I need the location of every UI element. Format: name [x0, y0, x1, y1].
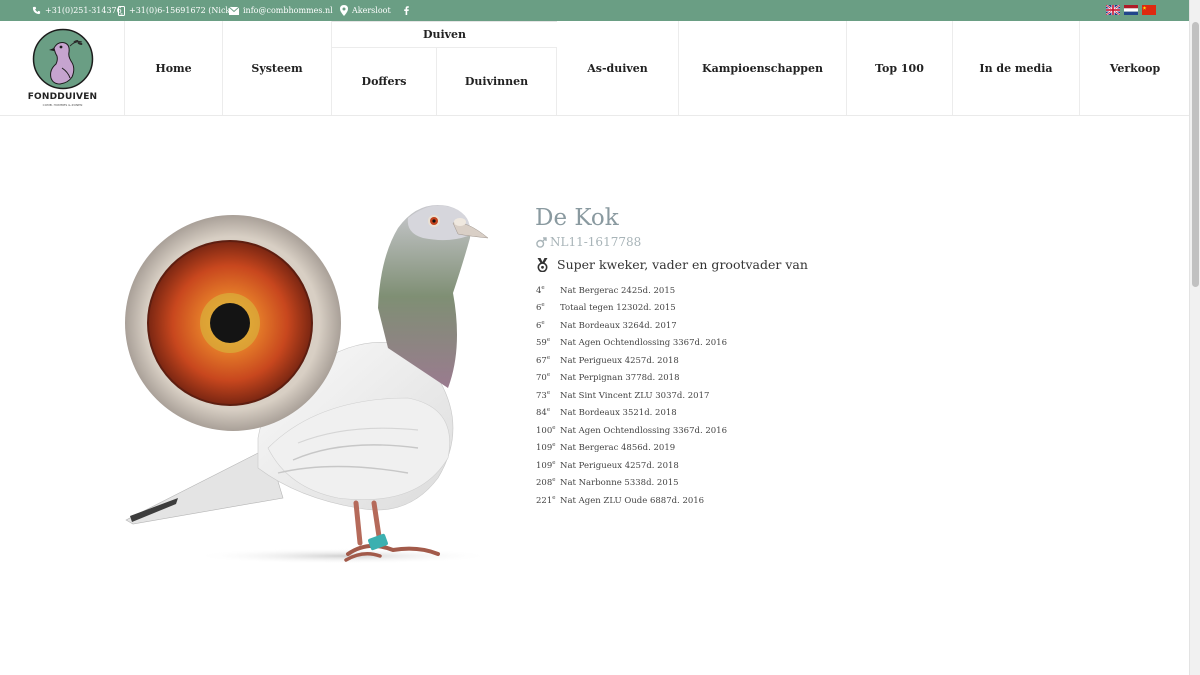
result-race: Nat Agen ZLU Oude 6887d. 2016	[560, 495, 705, 506]
location-text: Akersloot	[352, 6, 391, 15]
nav-verkoop[interactable]: Verkoop	[1080, 21, 1190, 115]
phone-link[interactable]: +31(0)251-314376	[32, 0, 122, 21]
scrollbar-thumb[interactable]	[1192, 22, 1199, 287]
result-place-suffix: e	[552, 424, 556, 431]
email-link[interactable]: info@combhommes.nl	[229, 0, 333, 21]
logo-tagline: COMB. HOMMES & ZONEN	[42, 103, 83, 107]
map-pin-icon	[340, 5, 348, 16]
ring-number-row: NL11-1617788	[536, 235, 641, 249]
result-item: 100e Nat Agen Ochtendlossing 3367d. 2016	[536, 422, 727, 440]
result-item: 59e Nat Agen Ochtendlossing 3367d. 2016	[536, 335, 727, 353]
facebook-icon	[404, 6, 409, 15]
result-race: Nat Agen Ochtendlossing 3367d. 2016	[560, 425, 727, 436]
nav-doffers[interactable]: Doffers	[332, 48, 437, 115]
result-place: 221e	[536, 494, 556, 506]
result-item: 4e Nat Bergerac 2425d. 2015	[536, 282, 727, 300]
male-symbol-icon	[536, 236, 547, 248]
result-item: 6e Totaal tegen 12302d. 2015	[536, 300, 727, 318]
result-race: Nat Sint Vincent ZLU 3037d. 2017	[560, 390, 710, 401]
result-race: Nat Perpignan 3778d. 2018	[560, 373, 680, 384]
result-item: 109e Nat Perigueux 4257d. 2018	[536, 457, 727, 475]
english-flag-icon[interactable]	[1106, 5, 1120, 15]
nav-as-duiven[interactable]: As-duiven	[557, 21, 679, 115]
result-place: 6e	[536, 319, 545, 331]
nav-in-de-media[interactable]: In de media	[953, 21, 1080, 115]
results-list: 4e Nat Bergerac 2425d. 2015 6e Totaal tegen…	[536, 282, 727, 510]
mobile-link[interactable]: +31(0)6-15691672 (Nick)	[118, 0, 233, 21]
result-race: Nat Bergerac 2425d. 2015	[560, 285, 676, 296]
result-race: Nat Perigueux 4257d. 2018	[560, 355, 679, 366]
result-item: 70e Nat Perpignan 3778d. 2018	[536, 370, 727, 388]
mobile-number: +31(0)6-15691672 (Nick)	[129, 6, 234, 15]
result-item: 221e Nat Agen ZLU Oude 6887d. 2016	[536, 492, 727, 510]
result-race: Nat Agen Ochtendlossing 3367d. 2016	[560, 338, 727, 349]
pigeon-headline: Super kweker, vader en grootvader van	[536, 257, 808, 272]
result-item: 6e Nat Bordeaux 3264d. 2017	[536, 317, 727, 335]
nav-home[interactable]: Home	[125, 21, 223, 115]
nav-kampioenschappen[interactable]: Kampioenschappen	[679, 21, 847, 115]
result-item: 73e Nat Sint Vincent ZLU 3037d. 2017	[536, 387, 727, 405]
result-place: 6e	[536, 302, 545, 314]
site-header: FONDDUIVEN COMB. HOMMES & ZONEN Home Sys…	[0, 21, 1190, 116]
result-place-suffix: e	[546, 389, 551, 396]
result-place-suffix: e	[546, 407, 551, 414]
result-item: 67e Nat Perigueux 4257d. 2018	[536, 352, 727, 370]
result-place: 109e	[536, 442, 556, 454]
pigeon-name: De Kok	[535, 205, 619, 231]
nav-top-100[interactable]: Top 100	[847, 21, 953, 115]
result-race: Nat Bordeaux 3264d. 2017	[560, 320, 677, 331]
logo-wordmark: FONDDUIVEN	[27, 92, 98, 102]
pigeon-photo	[125, 204, 493, 564]
nav-duiven[interactable]: Duiven	[332, 21, 557, 48]
result-place: 59e	[536, 337, 551, 349]
result-place-suffix: e	[546, 337, 551, 344]
result-place-suffix: e	[541, 284, 545, 291]
dutch-flag-icon[interactable]	[1124, 5, 1138, 15]
result-item: 109e Nat Bergerac 4856d. 2019	[536, 440, 727, 458]
result-place-suffix: e	[552, 459, 556, 466]
result-place-suffix: e	[546, 372, 551, 379]
page-scrollbar[interactable]	[1189, 0, 1200, 675]
result-place: 70e	[536, 372, 551, 384]
pigeon-logo-icon	[32, 28, 94, 90]
result-place-suffix: e	[546, 354, 551, 361]
ring-number: NL11-1617788	[550, 235, 642, 249]
result-item: 84e Nat Bordeaux 3521d. 2018	[536, 405, 727, 423]
phone-number: +31(0)251-314376	[45, 6, 122, 15]
location-link[interactable]: Akersloot	[340, 0, 391, 21]
mail-icon	[229, 6, 239, 15]
result-place: 84e	[536, 407, 551, 419]
result-place: 109e	[536, 459, 556, 471]
result-place-suffix: e	[541, 302, 545, 309]
result-race: Nat Narbonne 5338d. 2015	[560, 478, 679, 489]
result-place-suffix: e	[541, 319, 545, 326]
top-contact-bar: +31(0)251-314376 +31(0)6-15691672 (Nick)…	[0, 0, 1200, 21]
result-place-suffix: e	[552, 477, 556, 484]
result-race: Nat Bordeaux 3521d. 2018	[560, 408, 677, 419]
headline-text: Super kweker, vader en grootvader van	[557, 257, 808, 272]
result-race: Totaal tegen 12302d. 2015	[560, 303, 676, 314]
result-place: 67e	[536, 354, 551, 366]
result-race: Nat Bergerac 4856d. 2019	[560, 443, 676, 454]
result-place: 73e	[536, 389, 551, 401]
result-place-suffix: e	[552, 442, 556, 449]
nav-systeem[interactable]: Systeem	[223, 21, 332, 115]
mobile-phone-icon	[118, 5, 125, 16]
result-place: 100e	[536, 424, 556, 436]
result-place-suffix: e	[552, 494, 556, 501]
medal-icon	[537, 257, 548, 272]
result-item: 208e Nat Narbonne 5338d. 2015	[536, 475, 727, 493]
nav-duivinnen[interactable]: Duivinnen	[437, 48, 557, 115]
site-logo[interactable]: FONDDUIVEN COMB. HOMMES & ZONEN	[0, 21, 125, 115]
result-place: 208e	[536, 477, 556, 489]
result-place: 4e	[536, 284, 545, 296]
phone-icon	[32, 6, 41, 15]
language-switcher	[1106, 5, 1156, 15]
facebook-link[interactable]	[404, 0, 409, 21]
result-race: Nat Perigueux 4257d. 2018	[560, 460, 679, 471]
email-address: info@combhommes.nl	[243, 6, 333, 15]
chinese-flag-icon[interactable]	[1142, 5, 1156, 15]
